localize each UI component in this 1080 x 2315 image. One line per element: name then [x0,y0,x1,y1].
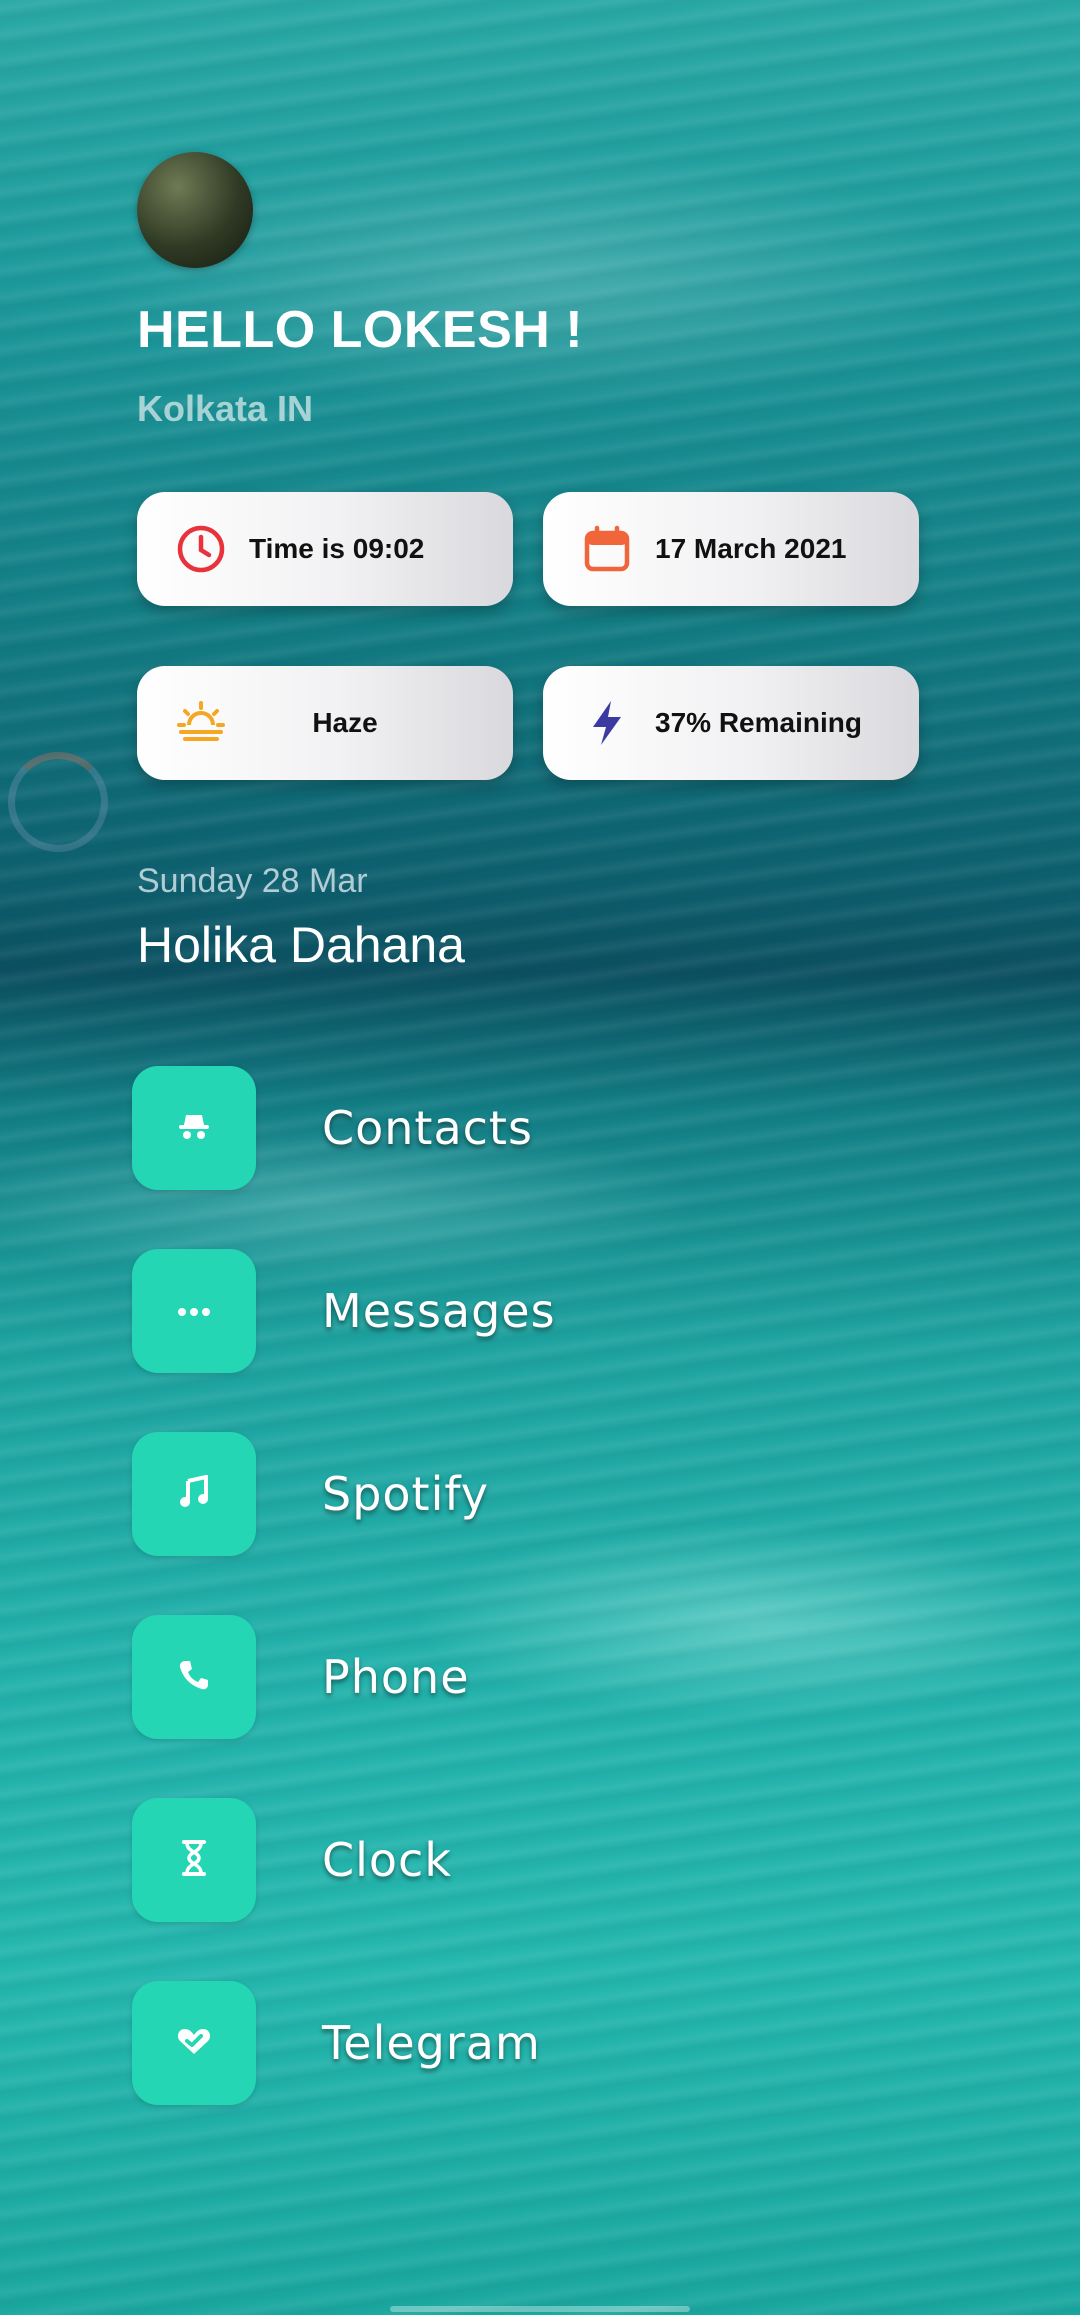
battery-card[interactable]: 37% Remaining [543,666,919,780]
location: Kolkata IN [137,388,314,429]
incognito-icon [177,1111,211,1145]
app-label: Clock [322,1833,452,1887]
greeting: HELLO LOKESH ! [137,301,584,359]
app-tile[interactable] [132,1798,256,1922]
app-phone[interactable]: Phone [132,1615,932,1739]
app-clock[interactable]: Clock [132,1798,932,1922]
app-tile[interactable] [132,1981,256,2105]
event-title: Holika Dahana [137,917,465,973]
app-label: Phone [322,1650,470,1704]
app-tile[interactable] [132,1615,256,1739]
time-card[interactable]: Time is 09:02 [137,492,513,606]
app-tile[interactable] [132,1066,256,1190]
app-spotify[interactable]: Spotify [132,1432,932,1556]
more-dots-icon [177,1302,211,1321]
date-text: 17 March 2021 [655,533,847,564]
loading-spinner [8,752,108,852]
clock-icon [175,523,227,575]
event-date: Sunday 28 Mar [137,862,368,900]
app-messages[interactable]: Messages [132,1249,932,1373]
weather-text: Haze [312,707,378,738]
app-label: Telegram [322,2016,541,2070]
app-tile[interactable] [132,1432,256,1556]
weather-card[interactable]: Haze [137,666,513,780]
battery-text: 37% Remaining [655,707,862,738]
lightning-icon [581,697,633,749]
app-label: Messages [322,1284,556,1338]
home-indicator[interactable] [390,2306,690,2312]
hourglass-icon [182,1840,206,1880]
heart-check-icon [176,2026,212,2060]
time-text: Time is 09:02 [249,533,425,564]
app-label: Contacts [322,1101,533,1155]
phone-icon [177,1658,211,1696]
calendar-icon [581,523,633,575]
avatar[interactable] [137,152,253,268]
app-contacts[interactable]: Contacts [132,1066,932,1190]
app-tile[interactable] [132,1249,256,1373]
app-label: Spotify [322,1467,489,1521]
app-telegram[interactable]: Telegram [132,1981,932,2105]
music-note-icon [178,1474,210,1513]
date-card[interactable]: 17 March 2021 [543,492,919,606]
